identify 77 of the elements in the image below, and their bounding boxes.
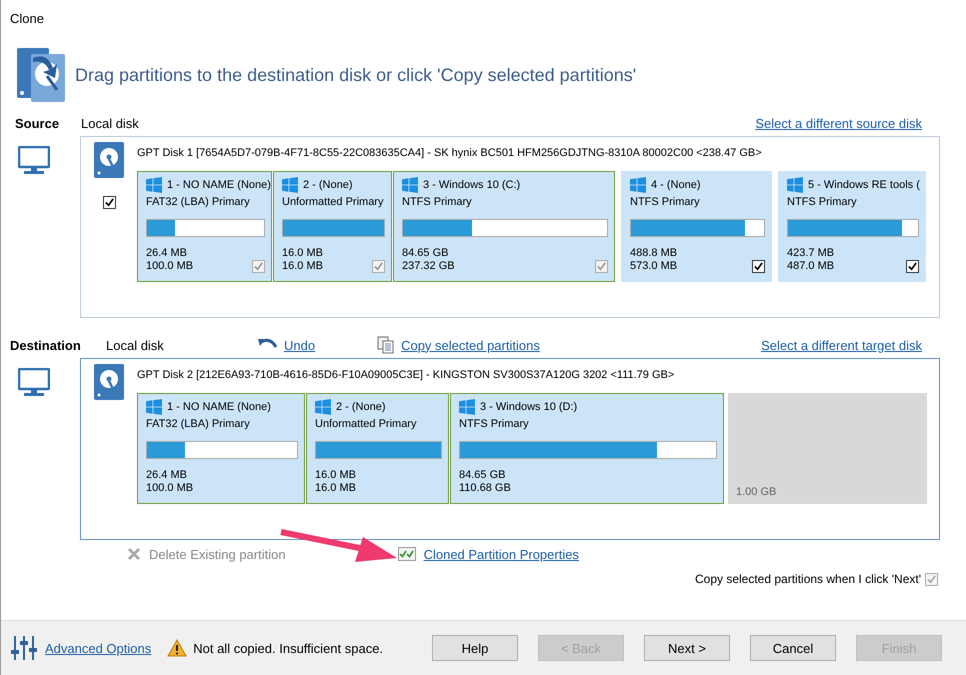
partition-filesystem: Unformatted Primary bbox=[282, 196, 384, 208]
disk-description: GPT Disk 2 [212E6A93-710B-4616-85D6-F10A09005C3E] - KINGSTON SV300S37A120G 3202 <111.79 GB> bbox=[137, 368, 676, 383]
dialog-button[interactable]: Help bbox=[432, 635, 518, 661]
partition-filesystem: FAT32 (LBA) Primary bbox=[146, 418, 251, 430]
unallocated-size: 1.00 GB bbox=[736, 486, 776, 498]
warning-message: Not all copied. Insufficient space. bbox=[193, 640, 384, 656]
total-size: 487.0 MB bbox=[787, 260, 834, 273]
windows-logo-icon bbox=[282, 177, 298, 193]
disk-type-label: Local disk bbox=[81, 116, 140, 130]
disk-clone-icon bbox=[17, 48, 67, 102]
partition-checkbox[interactable] bbox=[752, 260, 765, 273]
windows-logo-icon bbox=[146, 399, 162, 415]
total-size: 100.0 MB bbox=[146, 260, 194, 273]
select-source-link[interactable]: Select a different source disk bbox=[755, 116, 922, 130]
partition-card[interactable]: 1 - NO NAME (None) FAT32 (LBA) Primary 26.4 MB 100.0 MB bbox=[137, 393, 305, 504]
partition-title: 1 - NO NAME (None) bbox=[167, 179, 271, 191]
copy-pages-icon bbox=[377, 336, 396, 354]
computer-icon bbox=[18, 146, 50, 176]
partition-card[interactable]: 3 - Windows 10 (D:) NTFS Primary 84.65 GB 110.68 GB bbox=[450, 393, 724, 504]
windows-logo-icon bbox=[146, 177, 162, 193]
partition-filesystem: NTFS Primary bbox=[787, 196, 858, 208]
total-size: 237.32 GB bbox=[402, 260, 455, 273]
action-link[interactable]: Copy selected partitions bbox=[401, 338, 540, 352]
windows-logo-icon bbox=[459, 399, 475, 415]
partition-filesystem: Unformatted Primary bbox=[315, 418, 418, 430]
partition-title: 4 - (None) bbox=[651, 179, 701, 191]
total-size: 100.0 MB bbox=[146, 482, 194, 495]
partition-card[interactable]: 2 - (None) Unformatted Primary 16.0 MB 16.0 MB bbox=[306, 393, 449, 504]
used-size: 26.4 MB bbox=[146, 247, 188, 260]
partition-title: 1 - NO NAME (None) bbox=[167, 401, 271, 413]
warning-icon bbox=[167, 639, 188, 657]
used-size: 16.0 MB bbox=[315, 469, 356, 482]
partition-title: 3 - Windows 10 (C:) bbox=[423, 179, 520, 191]
destination-label: Destination bbox=[10, 338, 82, 352]
partition-filesystem: NTFS Primary bbox=[402, 196, 473, 208]
partition-title: 2 - (None) bbox=[303, 179, 353, 191]
used-size: 26.4 MB bbox=[146, 469, 188, 482]
used-size: 488.8 MB bbox=[630, 247, 678, 260]
used-size: 423.7 MB bbox=[787, 247, 834, 260]
partition-filesystem: FAT32 (LBA) Primary bbox=[146, 196, 251, 208]
windows-logo-icon bbox=[315, 399, 331, 415]
windows-logo-icon bbox=[630, 177, 646, 193]
check-properties-icon bbox=[398, 547, 416, 561]
partition-card[interactable]: 4 - (None) NTFS Primary 488.8 MB 573.0 MB bbox=[621, 171, 772, 282]
partition-title: 3 - Windows 10 (D:) bbox=[480, 401, 578, 413]
disk-checkbox[interactable] bbox=[102, 196, 116, 209]
advanced-options-link[interactable]: Advanced Options bbox=[45, 640, 152, 656]
used-size: 16.0 MB bbox=[282, 247, 323, 260]
partition-filesystem: NTFS Primary bbox=[459, 418, 530, 430]
select-target-link[interactable]: Select a different target disk bbox=[761, 338, 922, 352]
total-size: 110.68 GB bbox=[459, 482, 511, 495]
partition-checkbox[interactable] bbox=[906, 260, 919, 273]
source-label: Source bbox=[15, 116, 60, 130]
used-size: 84.65 GB bbox=[402, 247, 450, 260]
partition-card[interactable]: 5 - Windows RE tools ( NTFS Primary 423.7 MB 487.0 MB bbox=[778, 171, 926, 282]
dialog-button[interactable]: Cancel bbox=[750, 635, 836, 661]
windows-logo-icon bbox=[787, 177, 803, 193]
windows-logo-icon bbox=[402, 177, 418, 193]
disk-description: GPT Disk 1 [7654A5D7-079B-4F71-8C55-22C083635CA4] - SK hynix BC501 HFM256GDJTNG-8310A 80002C00 <238.47 GB> bbox=[137, 146, 763, 161]
sliders-icon bbox=[11, 636, 37, 660]
partition-filesystem: NTFS Primary bbox=[630, 196, 701, 208]
action-label: Delete Existing partition bbox=[149, 546, 286, 562]
disk-type-label: Local disk bbox=[106, 338, 165, 352]
total-size: 16.0 MB bbox=[315, 482, 356, 495]
action-link[interactable]: Cloned Partition Properties bbox=[424, 546, 579, 562]
delete-x-icon bbox=[127, 547, 141, 561]
copy-option-label: Copy selected partitions when I click 'Next' bbox=[694, 572, 921, 586]
total-size: 573.0 MB bbox=[630, 260, 678, 273]
dialog-button[interactable]: Next > bbox=[644, 635, 730, 661]
partition-title: 2 - (None) bbox=[336, 401, 386, 413]
partition-title: 5 - Windows RE tools ( bbox=[808, 179, 920, 191]
window-title: Clone bbox=[9, 10, 45, 28]
instruction-heading: Drag partitions to the destination disk or click 'Copy selected partitions' bbox=[75, 64, 636, 86]
action-link[interactable]: Undo bbox=[284, 338, 316, 352]
total-size: 16.0 MB bbox=[282, 260, 323, 273]
used-size: 84.65 GB bbox=[459, 469, 506, 482]
computer-icon bbox=[18, 368, 50, 398]
